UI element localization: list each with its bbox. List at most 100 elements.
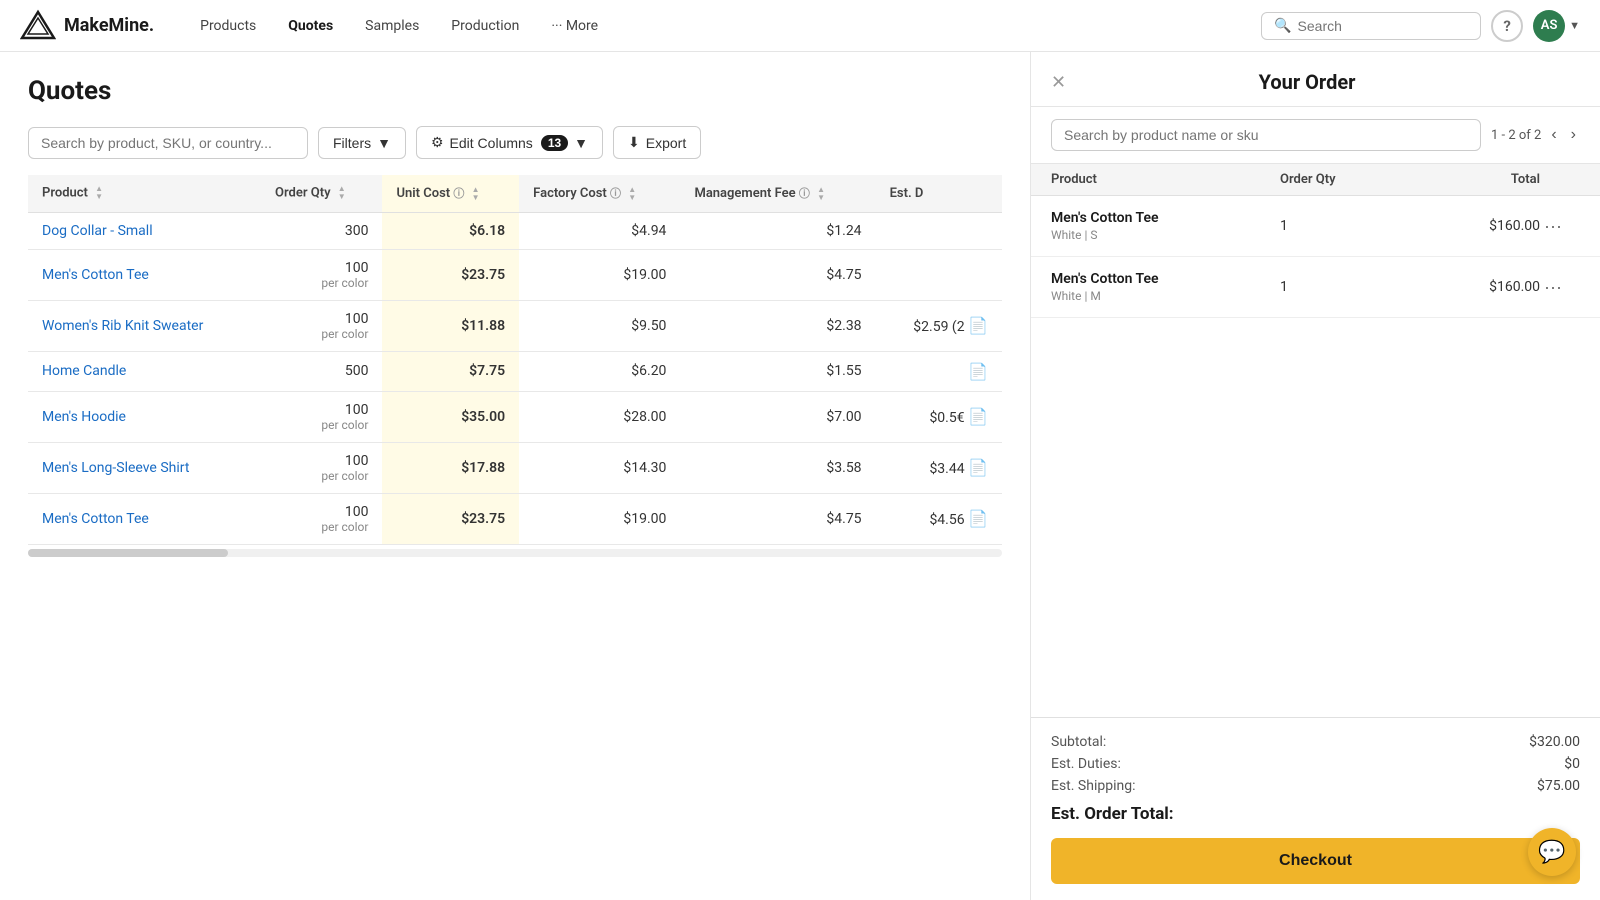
doc-icon-4[interactable]: 📄 [968, 407, 988, 426]
product-link-2[interactable]: Women's Rib Knit Sweater [42, 318, 203, 334]
table-row: Men's Long-Sleeve Shirt 100 per color $1… [28, 442, 1002, 493]
cell-est-d-3: 📄 [876, 351, 1002, 391]
cell-factory-cost-4: $28.00 [519, 391, 680, 442]
th-factory-cost[interactable]: Factory Cost ⓘ ▲▼ [519, 175, 680, 212]
cell-product-6: Men's Cotton Tee [28, 493, 261, 544]
doc-icon-6[interactable]: 📄 [968, 509, 988, 528]
product-link-5[interactable]: Men's Long-Sleeve Shirt [42, 460, 189, 476]
nav-right: 🔍 ? AS ▼ [1261, 10, 1580, 42]
cell-product-5: Men's Long-Sleeve Shirt [28, 442, 261, 493]
shipping-value: $75.00 [1537, 778, 1580, 794]
order-search-input[interactable] [1051, 119, 1481, 151]
order-item-variant-1: White | M [1051, 289, 1280, 303]
cell-unit-cost-3: $7.75 [382, 351, 519, 391]
edit-columns-button[interactable]: ⚙ Edit Columns 13 ▼ [416, 126, 603, 159]
order-panel: ✕ Your Order 1 - 2 of 2 ‹ › Product Orde… [1030, 52, 1600, 900]
cell-mgmt-fee-0: $1.24 [680, 212, 875, 249]
horizontal-scrollbar[interactable] [28, 549, 1002, 557]
product-link-3[interactable]: Home Candle [42, 363, 126, 379]
avatar-chevron: ▼ [1569, 19, 1580, 32]
order-item-more-btn-1[interactable]: ··· [1540, 277, 1566, 298]
doc-icon-2[interactable]: 📄 [968, 316, 988, 335]
cell-factory-cost-3: $6.20 [519, 351, 680, 391]
th-order-qty[interactable]: Order Qty ▲▼ [261, 175, 382, 212]
cell-est-d-2: $2.59 (2 📄 [876, 300, 1002, 351]
product-link-4[interactable]: Men's Hoodie [42, 409, 126, 425]
th-unit-cost[interactable]: Unit Cost ⓘ ▲▼ [382, 175, 519, 212]
help-button[interactable]: ? [1491, 10, 1523, 42]
cell-qty-1: 100 per color [261, 249, 382, 300]
cell-qty-4: 100 per color [261, 391, 382, 442]
order-header: ✕ Your Order [1031, 52, 1600, 107]
chat-icon: 💬 [1538, 840, 1565, 865]
duties-label: Est. Duties: [1051, 756, 1121, 772]
order-item: Men's Cotton Tee White | M 1 $160.00 ··· [1031, 257, 1600, 318]
logo[interactable]: MakeMine. [20, 8, 154, 44]
cell-factory-cost-0: $4.94 [519, 212, 680, 249]
scrollbar-thumb[interactable] [28, 549, 228, 557]
th-est-d[interactable]: Est. D [876, 175, 1002, 212]
cell-qty-6: 100 per color [261, 493, 382, 544]
checkout-button[interactable]: Checkout [1051, 838, 1580, 884]
nav-more[interactable]: ··· More [537, 12, 612, 40]
th-management-fee[interactable]: Management Fee ⓘ ▲▼ [680, 175, 875, 212]
nav-production[interactable]: Production [437, 12, 533, 40]
pagination-next[interactable]: › [1567, 124, 1580, 146]
th-product[interactable]: Product ▲▼ [28, 175, 261, 212]
order-item-more-btn-0[interactable]: ··· [1540, 216, 1566, 237]
export-icon: ⬇ [628, 134, 640, 151]
nav-search[interactable]: 🔍 [1261, 12, 1481, 40]
total-label: Est. Order Total: [1051, 804, 1174, 824]
cell-product-0: Dog Collar - Small [28, 212, 261, 249]
cell-factory-cost-6: $19.00 [519, 493, 680, 544]
avatar-dropdown[interactable]: AS ▼ [1533, 10, 1580, 42]
nav-samples[interactable]: Samples [351, 12, 433, 40]
export-button[interactable]: ⬇ Export [613, 126, 701, 159]
cell-est-d-0 [876, 212, 1002, 249]
order-item-more-1: ··· [1540, 277, 1580, 298]
subtotal-row: Subtotal: $320.00 [1051, 734, 1580, 750]
pagination-text: 1 - 2 of 2 [1491, 128, 1541, 143]
product-link-1[interactable]: Men's Cotton Tee [42, 267, 149, 283]
table-row: Men's Cotton Tee 100 per color $23.75 $1… [28, 249, 1002, 300]
order-item-more-0: ··· [1540, 216, 1580, 237]
doc-icon-5[interactable]: 📄 [968, 458, 988, 477]
pagination: 1 - 2 of 2 ‹ › [1491, 124, 1580, 146]
cell-est-d-1 [876, 249, 1002, 300]
quotes-table-wrapper: Product ▲▼ Order Qty ▲▼ Unit Cost ⓘ ▲▼ [28, 175, 1002, 557]
order-item-info-1: Men's Cotton Tee White | M [1051, 271, 1280, 303]
cell-product-2: Women's Rib Knit Sweater [28, 300, 261, 351]
close-order-button[interactable]: ✕ [1051, 73, 1066, 91]
cell-factory-cost-1: $19.00 [519, 249, 680, 300]
table-row: Home Candle 500 $7.75 $6.20 $1.55 📄 [28, 351, 1002, 391]
product-link-6[interactable]: Men's Cotton Tee [42, 511, 149, 527]
order-item-info-0: Men's Cotton Tee White | S [1051, 210, 1280, 242]
nav-quotes[interactable]: Quotes [274, 12, 347, 40]
product-search-input[interactable] [28, 127, 308, 159]
cell-mgmt-fee-4: $7.00 [680, 391, 875, 442]
cell-unit-cost-2: $11.88 [382, 300, 519, 351]
order-col-total: Total [1400, 172, 1540, 187]
toolbar: Filters ▼ ⚙ Edit Columns 13 ▼ ⬇ Export [28, 126, 1002, 159]
search-input[interactable] [1298, 18, 1469, 34]
order-item-name-1: Men's Cotton Tee [1051, 271, 1280, 287]
cell-est-d-6: $4.56 📄 [876, 493, 1002, 544]
cell-factory-cost-5: $14.30 [519, 442, 680, 493]
subtotal-label: Subtotal: [1051, 734, 1106, 750]
edit-columns-label: Edit Columns [450, 135, 533, 151]
product-link-0[interactable]: Dog Collar - Small [42, 223, 153, 239]
mgmt-fee-info-icon: ⓘ [799, 187, 810, 200]
order-item-name-0: Men's Cotton Tee [1051, 210, 1280, 226]
sort-arrows-qty: ▲▼ [338, 185, 346, 201]
filters-button[interactable]: Filters ▼ [318, 127, 406, 159]
shipping-label: Est. Shipping: [1051, 778, 1135, 794]
cell-product-1: Men's Cotton Tee [28, 249, 261, 300]
chat-bubble[interactable]: 💬 [1528, 828, 1576, 876]
cell-qty-0: 300 [261, 212, 382, 249]
pagination-prev[interactable]: ‹ [1547, 124, 1560, 146]
doc-icon-3[interactable]: 📄 [968, 362, 988, 381]
nav-products[interactable]: Products [186, 12, 270, 40]
search-icon: 🔍 [1274, 18, 1291, 34]
filter-chevron: ▼ [377, 135, 391, 151]
cell-unit-cost-0: $6.18 [382, 212, 519, 249]
